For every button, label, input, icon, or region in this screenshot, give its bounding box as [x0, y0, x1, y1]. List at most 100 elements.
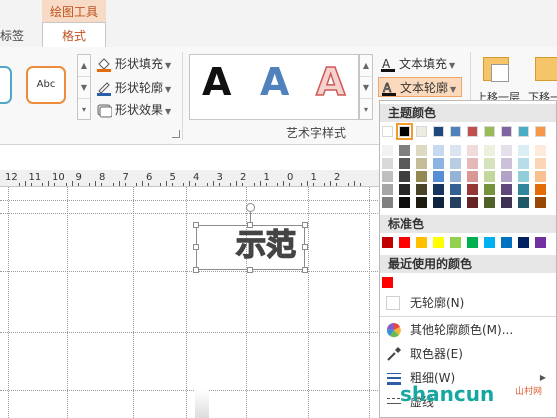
shape-outline-button[interactable]: 形状轮廓 ▼ — [96, 78, 171, 98]
theme-shade-swatch[interactable] — [382, 197, 393, 208]
theme-shade-swatch[interactable] — [518, 171, 529, 182]
chevron-down-icon[interactable]: ▼ — [78, 77, 90, 99]
theme-shade-swatch[interactable] — [382, 145, 393, 156]
standard-color-swatch[interactable] — [467, 237, 478, 248]
theme-shade-swatch[interactable] — [518, 158, 529, 169]
theme-shade-swatch[interactable] — [382, 158, 393, 169]
wordart-style-red-outline[interactable]: A — [315, 57, 346, 107]
wordart-style-blue[interactable]: A — [260, 57, 289, 107]
theme-shade-swatch[interactable] — [433, 158, 444, 169]
theme-shade-swatch[interactable] — [450, 145, 461, 156]
standard-color-swatch[interactable] — [501, 237, 512, 248]
theme-shade-swatch[interactable] — [501, 158, 512, 169]
theme-shade-swatch[interactable] — [433, 197, 444, 208]
theme-shade-swatch[interactable] — [399, 197, 410, 208]
theme-shade-swatch[interactable] — [484, 197, 495, 208]
theme-shade-swatch[interactable] — [484, 158, 495, 169]
resize-handle[interactable] — [302, 222, 308, 228]
theme-color-swatch[interactable] — [535, 126, 546, 137]
slide-canvas[interactable] — [0, 187, 380, 418]
menu-item-no-outline[interactable]: 无轮廓(N) — [380, 291, 556, 315]
theme-shade-swatch[interactable] — [416, 158, 427, 169]
theme-shade-swatch[interactable] — [467, 184, 478, 195]
wordart-style-black[interactable]: A — [202, 57, 231, 107]
theme-shade-swatch[interactable] — [535, 171, 546, 182]
theme-color-swatch[interactable] — [396, 123, 413, 140]
theme-shade-swatch[interactable] — [433, 171, 444, 182]
theme-shade-swatch[interactable] — [450, 197, 461, 208]
theme-shade-swatch[interactable] — [501, 145, 512, 156]
standard-color-swatch[interactable] — [484, 237, 495, 248]
resize-handle[interactable] — [302, 267, 308, 273]
theme-shade-swatch[interactable] — [382, 184, 393, 195]
theme-shade-swatch[interactable] — [484, 184, 495, 195]
tab-format[interactable]: 格式 — [42, 22, 106, 48]
theme-shade-swatch[interactable] — [416, 197, 427, 208]
theme-shade-swatch[interactable] — [501, 184, 512, 195]
chevron-up-icon[interactable]: ▲ — [360, 55, 372, 77]
resize-handle[interactable] — [193, 244, 199, 250]
tab-prev[interactable]: 标签 — [0, 25, 24, 47]
standard-color-swatch[interactable] — [399, 237, 410, 248]
shape-gallery-scroll[interactable]: ▲ ▼ ▾ — [77, 54, 91, 120]
theme-shade-swatch[interactable] — [467, 145, 478, 156]
theme-color-swatch[interactable] — [501, 126, 512, 137]
menu-item-more-colors[interactable]: 其他轮廓颜色(M)... — [380, 318, 556, 342]
theme-shade-swatch[interactable] — [416, 184, 427, 195]
theme-shade-swatch[interactable] — [450, 171, 461, 182]
text-fill-button[interactable]: A 文本填充 ▼ — [380, 54, 455, 74]
wordart-gallery-scroll[interactable]: ▲ ▼ ▾ — [359, 54, 373, 120]
theme-shade-swatch[interactable] — [467, 171, 478, 182]
standard-color-swatch[interactable] — [416, 237, 427, 248]
theme-shade-swatch[interactable] — [467, 158, 478, 169]
recent-color-swatch[interactable] — [382, 277, 393, 288]
theme-shade-swatch[interactable] — [450, 184, 461, 195]
resize-handle[interactable] — [302, 244, 308, 250]
gallery-more-icon[interactable]: ▾ — [78, 99, 90, 120]
theme-shade-swatch[interactable] — [484, 171, 495, 182]
theme-shade-swatch[interactable] — [450, 158, 461, 169]
theme-shade-swatch[interactable] — [399, 145, 410, 156]
standard-color-swatch[interactable] — [518, 237, 529, 248]
send-backward-icon[interactable] — [535, 57, 557, 81]
theme-shade-swatch[interactable] — [535, 158, 546, 169]
theme-shade-swatch[interactable] — [399, 171, 410, 182]
theme-shade-swatch[interactable] — [382, 171, 393, 182]
theme-shade-swatch[interactable] — [535, 197, 546, 208]
theme-shade-swatch[interactable] — [416, 171, 427, 182]
shape-styles-launcher-icon[interactable] — [172, 130, 180, 138]
resize-handle[interactable] — [193, 267, 199, 273]
theme-color-swatch[interactable] — [518, 126, 529, 137]
standard-color-swatch[interactable] — [535, 237, 546, 248]
theme-shade-swatch[interactable] — [501, 197, 512, 208]
resize-handle[interactable] — [193, 222, 199, 228]
shape-style-sample[interactable]: Abc — [26, 66, 66, 104]
menu-item-eyedropper[interactable]: 取色器(E) — [380, 342, 556, 366]
chevron-down-icon[interactable]: ▼ — [360, 77, 372, 99]
rotate-handle-icon[interactable] — [246, 203, 255, 212]
theme-shade-swatch[interactable] — [518, 145, 529, 156]
theme-shade-swatch[interactable] — [467, 197, 478, 208]
theme-shade-swatch[interactable] — [535, 184, 546, 195]
theme-shade-swatch[interactable] — [518, 197, 529, 208]
theme-shade-swatch[interactable] — [518, 184, 529, 195]
resize-handle[interactable] — [247, 222, 253, 228]
theme-color-swatch[interactable] — [433, 126, 444, 137]
theme-color-swatch[interactable] — [416, 126, 427, 137]
standard-color-swatch[interactable] — [450, 237, 461, 248]
theme-shade-swatch[interactable] — [416, 145, 427, 156]
theme-shade-swatch[interactable] — [484, 145, 495, 156]
sample-text[interactable]: 示范 — [235, 227, 296, 265]
theme-shade-swatch[interactable] — [433, 145, 444, 156]
theme-color-swatch[interactable] — [382, 126, 393, 137]
shape-style-sample[interactable] — [0, 66, 12, 104]
shape-effects-button[interactable]: 形状效果 ▼ — [96, 100, 171, 120]
text-outline-button[interactable]: A 文本轮廓 ▼ — [378, 77, 462, 97]
theme-shade-swatch[interactable] — [399, 184, 410, 195]
standard-color-swatch[interactable] — [433, 237, 444, 248]
standard-color-swatch[interactable] — [382, 237, 393, 248]
theme-shade-swatch[interactable] — [501, 171, 512, 182]
theme-shade-swatch[interactable] — [399, 158, 410, 169]
theme-color-swatch[interactable] — [484, 126, 495, 137]
theme-color-swatch[interactable] — [467, 126, 478, 137]
